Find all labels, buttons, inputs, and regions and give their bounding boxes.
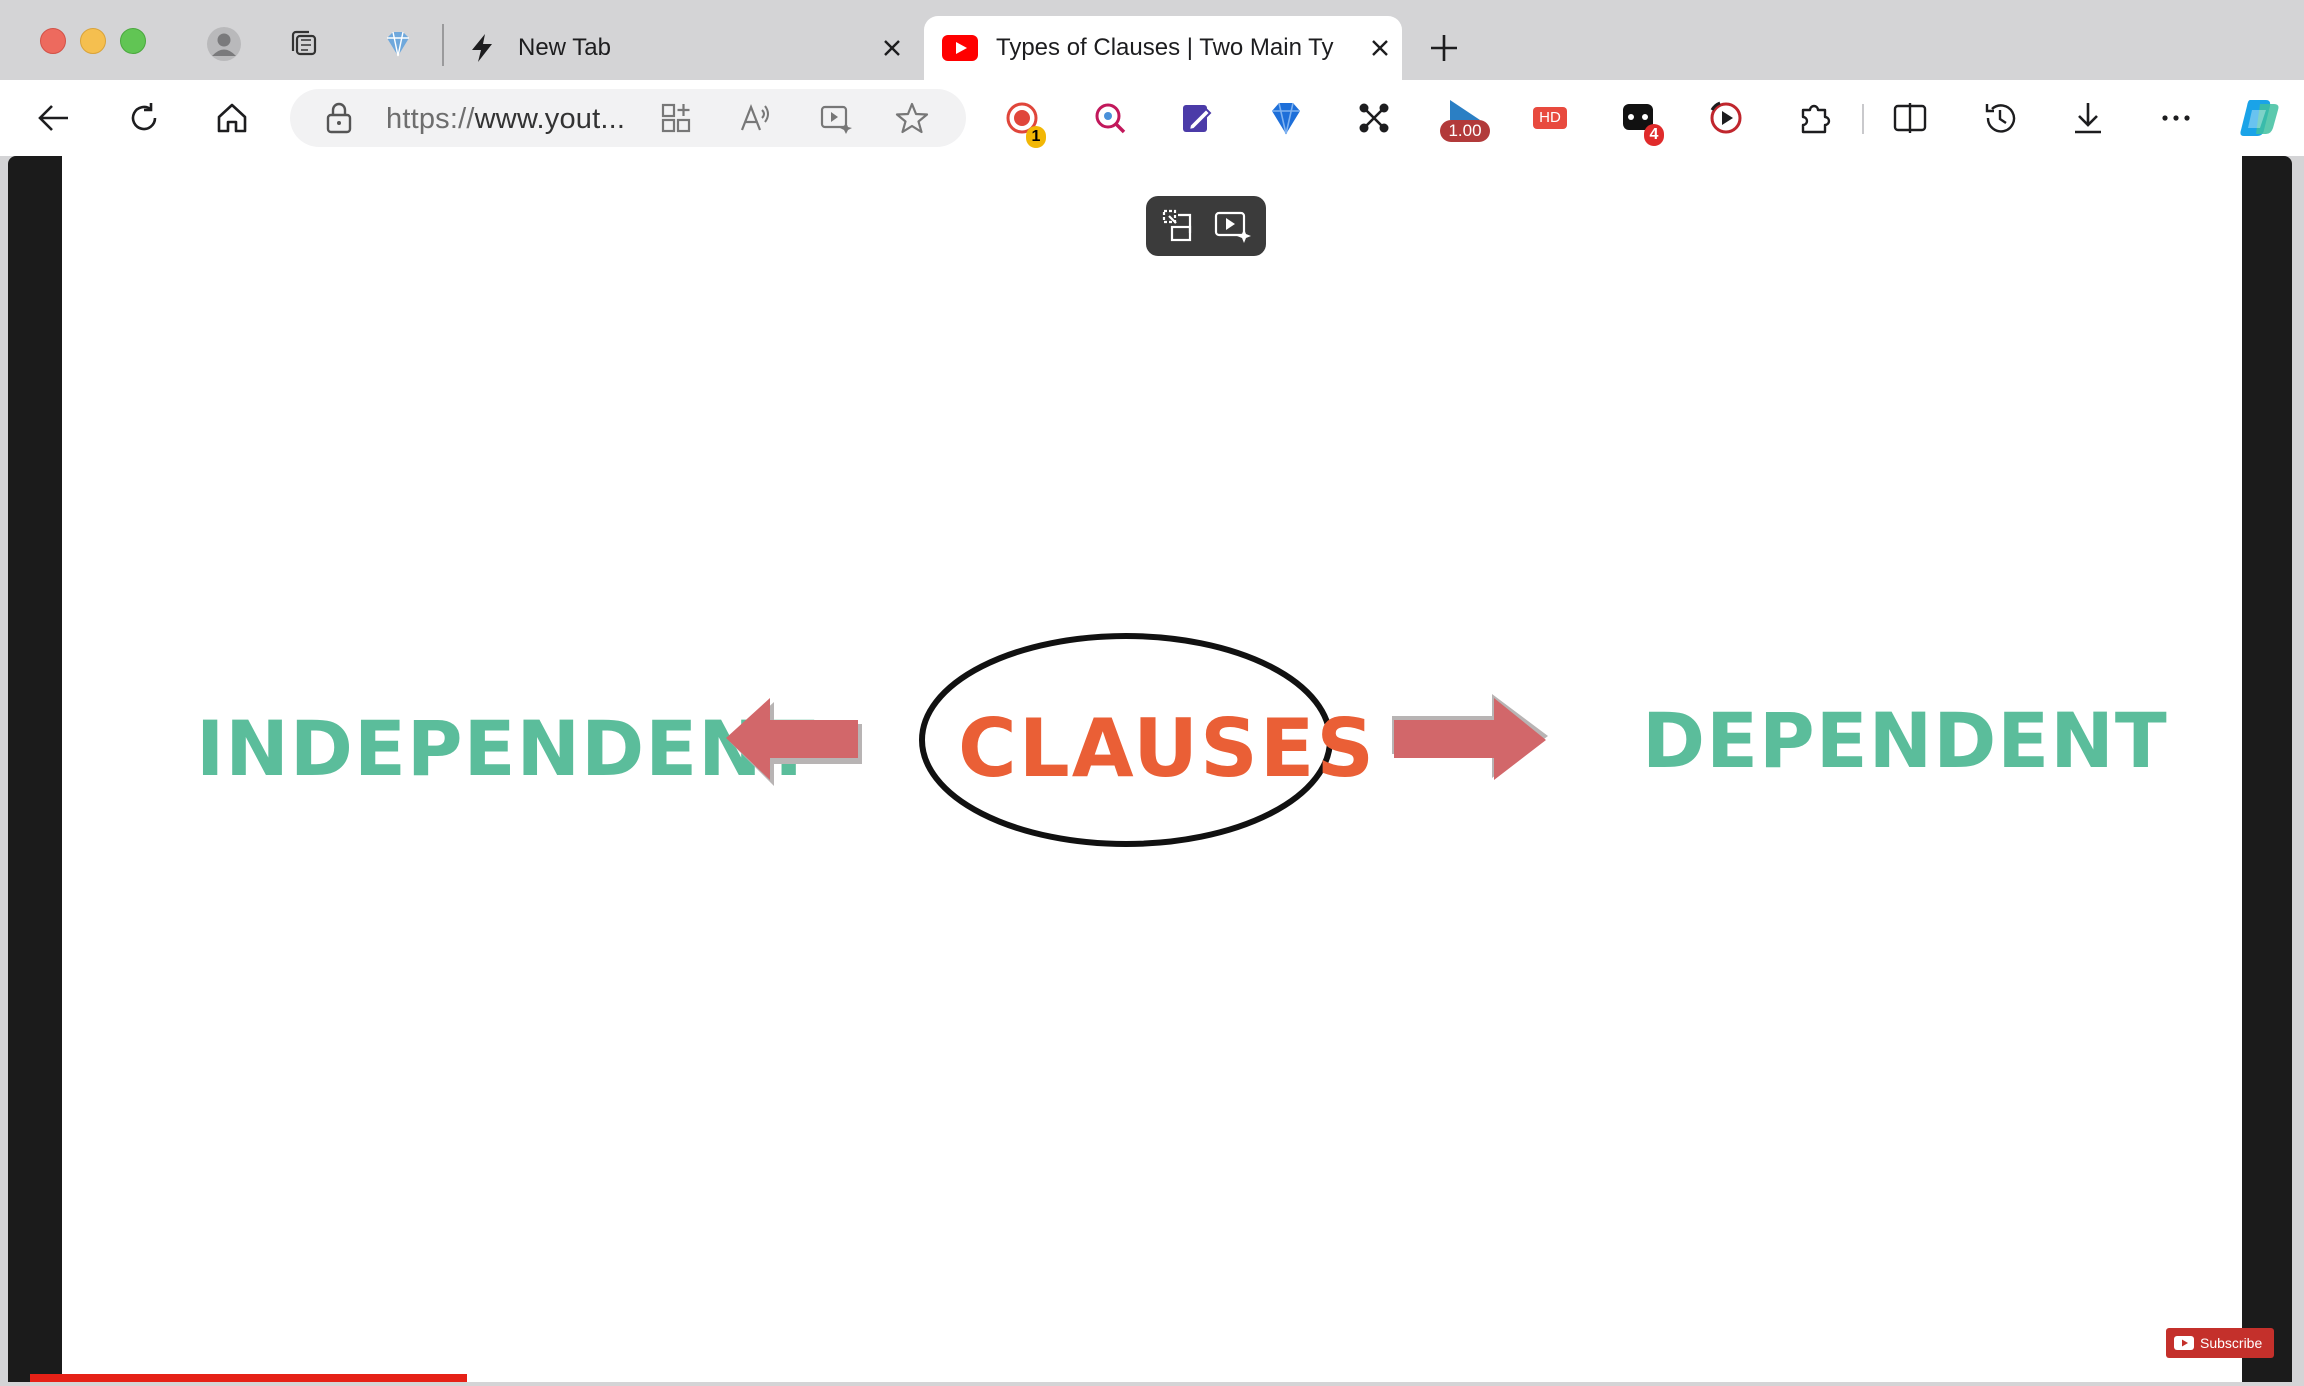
blue-diamond-icon: [1272, 102, 1300, 135]
tab-close-button[interactable]: [1366, 34, 1394, 62]
video-sparkle-icon: [820, 105, 852, 134]
profile-avatar[interactable]: [204, 24, 244, 64]
new-tab-button[interactable]: [1424, 28, 1464, 68]
tab-label: New Tab: [518, 34, 611, 61]
copilot-icon: [2240, 100, 2279, 136]
window-maximize-button[interactable]: [120, 28, 146, 54]
recorder-badge: 1: [1026, 126, 1046, 148]
video-floating-controls: [1146, 196, 1266, 256]
tab-group-button[interactable]: [378, 24, 418, 64]
notes-extension[interactable]: [1168, 90, 1224, 146]
video-progress-bar[interactable]: [30, 1374, 467, 1382]
tab-youtube-video[interactable]: Types of Clauses | Two Main Ty: [924, 16, 1402, 80]
tab-close-button[interactable]: [878, 34, 906, 62]
video-enhance-button[interactable]: [818, 100, 854, 136]
home-button[interactable]: [204, 90, 260, 146]
screen-recorder-extension[interactable]: 1: [994, 90, 1050, 148]
window-close-button[interactable]: [40, 28, 66, 54]
tab-separator: [442, 24, 444, 66]
history-icon: [1985, 104, 2016, 133]
downloads-button[interactable]: [2060, 90, 2116, 146]
subscribe-label: Subscribe: [2200, 1335, 2263, 1351]
address-bar[interactable]: https://www.yout...: [290, 89, 966, 147]
arrow-left-icon: [38, 105, 68, 131]
puzzle-icon: [1801, 104, 1831, 134]
app-available-button[interactable]: [658, 100, 694, 136]
diamond-icon: [387, 31, 409, 57]
download-icon: [2075, 103, 2101, 134]
more-horizontal-icon: [2162, 115, 2190, 121]
read-aloud-icon: [740, 103, 769, 131]
hd-icon: HD: [1533, 107, 1567, 129]
arrow-left-graphic: [726, 698, 862, 786]
diamond-extension[interactable]: [1258, 90, 1314, 146]
reload-button[interactable]: [116, 90, 172, 146]
video-downloader-extension[interactable]: [1698, 90, 1754, 146]
close-icon: [1372, 40, 1388, 56]
star-icon: [895, 102, 929, 134]
browser-window: New Tab Types of Clauses | Two Main Ty h…: [0, 0, 2304, 1386]
notifications-extension[interactable]: 4: [1610, 90, 1666, 146]
url-text[interactable]: https://www.yout...: [386, 103, 625, 136]
split-screen-button[interactable]: [1882, 90, 1938, 146]
subscribe-watermark[interactable]: Subscribe: [2166, 1328, 2274, 1358]
favorite-button[interactable]: [894, 100, 930, 136]
youtube-logo-icon: [2174, 1336, 2194, 1350]
back-button[interactable]: [26, 90, 82, 146]
toolbar-separator: [1862, 104, 1864, 134]
independent-word: INDEPENDENT: [196, 704, 816, 793]
url-scheme: https://: [386, 103, 475, 135]
profile-icon: [207, 27, 241, 61]
clauses-word: CLAUSES: [958, 702, 1376, 795]
refresh-icon: [131, 103, 157, 131]
plus-icon: [1431, 35, 1457, 61]
video-enhance-icon[interactable]: [1213, 207, 1253, 245]
navigation-toolbar: https://www.yout... 1 1.00 HD 4: [0, 80, 2304, 156]
read-aloud-button[interactable]: [738, 100, 774, 136]
copilot-button[interactable]: [2232, 90, 2288, 146]
hd-extension[interactable]: HD: [1522, 90, 1578, 146]
search-extension[interactable]: [1082, 90, 1138, 146]
dependent-word: DEPENDENT: [1642, 696, 2168, 785]
lightning-icon: [472, 34, 492, 62]
graph-extension[interactable]: [1346, 90, 1402, 146]
notifications-badge: 4: [1644, 124, 1664, 146]
tab-strip: New Tab Types of Clauses | Two Main Ty: [0, 0, 2304, 80]
page-content: INDEPENDENT CLAUSES DEPENDENT Subscribe: [8, 156, 2292, 1382]
play-circle-icon: [1710, 101, 1742, 134]
tab-new-tab[interactable]: New Tab: [460, 16, 910, 80]
apps-icon: [661, 103, 691, 133]
magnifier-icon: [1095, 103, 1126, 134]
speed-badge: 1.00: [1440, 120, 1490, 142]
home-icon: [217, 103, 247, 133]
settings-more-button[interactable]: [2148, 90, 2204, 146]
video-player[interactable]: INDEPENDENT CLAUSES DEPENDENT: [62, 156, 2242, 1382]
close-icon: [884, 40, 900, 56]
workspaces-button[interactable]: [284, 24, 324, 64]
youtube-icon: [942, 35, 978, 61]
lock-icon: [326, 102, 352, 134]
window-minimize-button[interactable]: [80, 28, 106, 54]
nodes-icon: [1359, 103, 1389, 133]
edit-note-icon: [1183, 105, 1212, 132]
history-button[interactable]: [1972, 90, 2028, 146]
split-screen-icon: [1893, 103, 1927, 133]
tab-label: Types of Clauses | Two Main Ty: [996, 34, 1334, 61]
arrow-right-graphic: [1392, 694, 1548, 780]
url-host: www.yout...: [474, 103, 626, 135]
collections-icon: [291, 30, 317, 56]
picture-in-picture-button[interactable]: [1160, 207, 1198, 245]
extensions-button[interactable]: [1786, 90, 1842, 146]
playback-speed-extension[interactable]: 1.00: [1434, 90, 1496, 146]
